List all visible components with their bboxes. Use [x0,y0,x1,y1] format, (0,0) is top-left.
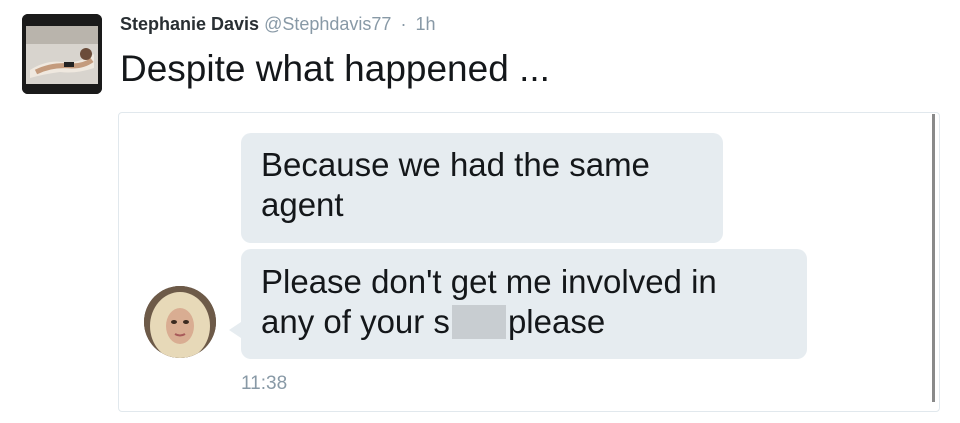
message-timestamp: 11:38 [241,373,288,394]
tweet: Stephanie Davis @Stephdavis77 · 1h Despi… [0,0,960,423]
tweet-text: Despite what happened ... [120,48,550,89]
message-line: agent [261,186,344,223]
author-name[interactable]: Stephanie Davis [120,14,259,34]
contact-avatar-image [144,286,216,358]
message-bubble: Please don't get me involved in any of y… [241,249,807,359]
tweet-time[interactable]: 1h [415,14,435,34]
message-text: any of your s [261,303,450,340]
contact-avatar [144,286,216,358]
redaction-block [451,305,506,339]
author-avatar-image [22,14,102,94]
scrollbar [932,114,935,402]
message-line: Because we had the same [261,146,650,183]
message-text: please [507,303,606,340]
author-handle[interactable]: @Stephdavis77 [264,14,391,34]
author-avatar[interactable] [22,14,102,94]
message-bubble: Because we had the same agent [241,133,723,243]
separator: · [400,14,407,34]
tweet-header: Stephanie Davis @Stephdavis77 · 1h [120,14,436,35]
bubble-tail [229,322,241,338]
message-line: any of your s please [261,302,787,342]
message-line: Please don't get me involved in [261,263,717,300]
